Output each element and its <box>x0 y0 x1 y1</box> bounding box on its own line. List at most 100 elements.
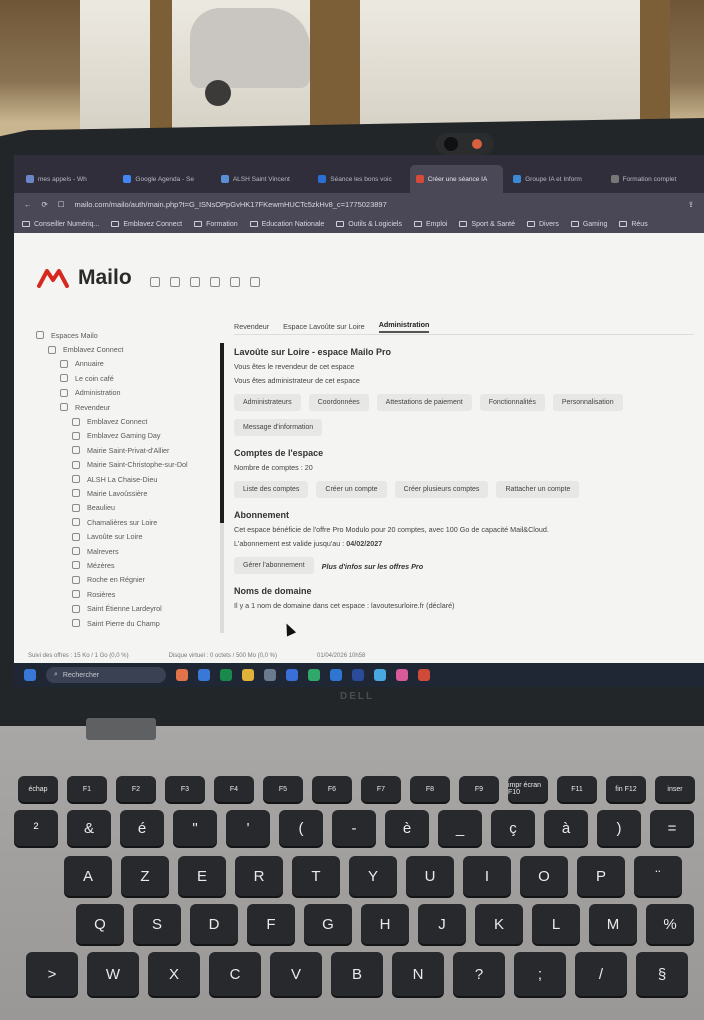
keyboard-key[interactable]: F1 <box>67 776 107 802</box>
sidebar-item[interactable]: Mairie Saint-Christophe-sur-Dol <box>36 458 226 472</box>
url-field[interactable]: mailo.com/mailo/auth/main.php?t=G_ISNsOP… <box>75 200 678 209</box>
keyboard-key[interactable]: Z <box>121 856 169 896</box>
taskbar-app-icon[interactable] <box>286 669 298 681</box>
keyboard-key[interactable]: Q <box>76 904 124 944</box>
action-button[interactable]: Créer plusieurs comptes <box>394 481 489 498</box>
keyboard-key[interactable]: ( <box>279 810 323 846</box>
action-button[interactable]: Personnalisation <box>552 394 623 411</box>
keyboard-key[interactable]: S <box>133 904 181 944</box>
sidebar-scrollbar[interactable] <box>220 343 224 633</box>
keyboard-key[interactable]: I <box>463 856 511 896</box>
keyboard-key[interactable]: _ <box>438 810 482 846</box>
sidebar-item[interactable]: Chamalières sur Loire <box>36 515 226 529</box>
sidebar-item[interactable]: Roche en Régnier <box>36 573 226 587</box>
keyboard-key[interactable]: ) <box>597 810 641 846</box>
keyboard-key[interactable]: " <box>173 810 217 846</box>
keyboard-key[interactable]: F2 <box>116 776 156 802</box>
manage-subscription-button[interactable]: Gérer l'abonnement <box>234 557 314 574</box>
sidebar-item[interactable]: Mairie Lavoûssière <box>36 486 226 500</box>
keyboard-key[interactable]: V <box>270 952 322 996</box>
action-button[interactable]: Message d'information <box>234 419 323 436</box>
bookmark-item[interactable]: Conseiller Numériq... <box>22 221 99 228</box>
browser-tab[interactable]: Créer une séance IA <box>409 165 504 193</box>
contacts-icon[interactable] <box>190 277 200 287</box>
sidebar-item[interactable]: Malrevers <box>36 544 226 558</box>
keyboard-key[interactable]: D <box>190 904 238 944</box>
share-icon[interactable]: ⇪ <box>688 200 694 209</box>
keyboard-key[interactable]: fin F12 <box>606 776 646 802</box>
taskbar-app-icon[interactable] <box>418 669 430 681</box>
bookmark-item[interactable]: Formation <box>194 221 238 228</box>
browser-tab[interactable]: Séance les bons voic <box>312 165 405 193</box>
keyboard-key[interactable]: B <box>331 952 383 996</box>
keyboard-key[interactable]: / <box>575 952 627 996</box>
bookmark-item[interactable]: Outils & Logiciels <box>336 221 402 228</box>
browser-tab[interactable]: ALSH Saint Vincent <box>215 165 308 193</box>
keyboard-key[interactable]: & <box>67 810 111 846</box>
sidebar-item[interactable]: Administration <box>36 386 226 400</box>
bookmark-item[interactable]: Emploi <box>414 221 447 228</box>
taskbar-app-icon[interactable] <box>220 669 232 681</box>
keyboard-key[interactable]: à <box>544 810 588 846</box>
bookmark-item[interactable]: Education Nationale <box>249 221 324 228</box>
grid-icon[interactable] <box>150 277 160 287</box>
keyboard-key[interactable]: ¨ <box>634 856 682 896</box>
keyboard-key[interactable]: échap <box>18 776 58 802</box>
browser-tab[interactable]: Formation complet <box>605 165 698 193</box>
keyboard-key[interactable]: F4 <box>214 776 254 802</box>
keyboard-key[interactable]: impr écran F10 <box>508 776 548 802</box>
taskbar-search[interactable]: ⌕ Rechercher <box>46 667 166 683</box>
sidebar-scroll-thumb[interactable] <box>220 343 224 523</box>
browser-tab[interactable]: Google Agenda - Se <box>117 165 210 193</box>
sidebar-item[interactable]: Saint Pierre du Champ <box>36 616 226 630</box>
taskbar-app-icon[interactable] <box>396 669 408 681</box>
keyboard-key[interactable]: X <box>148 952 200 996</box>
keyboard-key[interactable]: ? <box>453 952 505 996</box>
taskbar-app-icon[interactable] <box>264 669 276 681</box>
bookmark-item[interactable]: Réus <box>619 221 648 228</box>
bookmark-item[interactable]: Gaming <box>570 221 607 228</box>
keyboard-key[interactable]: Y <box>349 856 397 896</box>
keyboard-key[interactable]: F7 <box>361 776 401 802</box>
bookmark-item[interactable]: Divers <box>527 221 559 228</box>
bookmark-item[interactable]: Emblavez Connect <box>111 221 182 228</box>
sidebar-item[interactable]: Mairie Saint-Privat-d'Allier <box>36 443 226 457</box>
cloud-icon[interactable] <box>210 277 220 287</box>
keyboard-key[interactable]: - <box>332 810 376 846</box>
keyboard-key[interactable]: A <box>64 856 112 896</box>
taskbar-app-icon[interactable] <box>198 669 210 681</box>
breadcrumb-space[interactable]: Espace Lavoûte sur Loire <box>283 322 365 331</box>
notes-icon[interactable] <box>250 277 260 287</box>
action-button[interactable]: Attestations de paiement <box>376 394 472 411</box>
action-button[interactable]: Créer un compte <box>316 481 387 498</box>
action-button[interactable]: Fonctionnalités <box>479 394 545 411</box>
keyboard-key[interactable]: O <box>520 856 568 896</box>
keyboard-key[interactable]: J <box>418 904 466 944</box>
sidebar-item[interactable]: Revendeur <box>36 400 226 414</box>
keyboard-key[interactable]: F11 <box>557 776 597 802</box>
mailo-logo[interactable]: Mailo <box>36 266 132 290</box>
breadcrumb-administration[interactable]: Administration <box>378 320 430 333</box>
action-button[interactable]: Liste des comptes <box>234 481 309 498</box>
breadcrumb-revendeur[interactable]: Revendeur <box>234 322 269 331</box>
keyboard-key[interactable]: % <box>646 904 694 944</box>
keyboard-key[interactable]: > <box>26 952 78 996</box>
keyboard-key[interactable]: = <box>650 810 694 846</box>
keyboard-key[interactable]: P <box>577 856 625 896</box>
keyboard-key[interactable]: ² <box>14 810 58 846</box>
calendar-icon[interactable] <box>230 277 240 287</box>
action-button[interactable]: Rattacher un compte <box>496 481 580 498</box>
sidebar-item[interactable]: Espaces Mailo <box>36 328 226 342</box>
sidebar-item[interactable]: Rosières <box>36 587 226 601</box>
keyboard-key[interactable]: F8 <box>410 776 450 802</box>
taskbar-app-icon[interactable] <box>242 669 254 681</box>
sidebar-item[interactable]: Emblavez Connect <box>36 342 226 356</box>
sidebar-item[interactable]: Lavoûte sur Loire <box>36 529 226 543</box>
keyboard-key[interactable]: H <box>361 904 409 944</box>
keyboard-key[interactable]: U <box>406 856 454 896</box>
keyboard-key[interactable]: N <box>392 952 444 996</box>
keyboard-key[interactable]: è <box>385 810 429 846</box>
sidebar-item[interactable]: Annuaire <box>36 357 226 371</box>
browser-tab[interactable]: mes appels - Wh <box>20 165 113 193</box>
keyboard-key[interactable]: G <box>304 904 352 944</box>
